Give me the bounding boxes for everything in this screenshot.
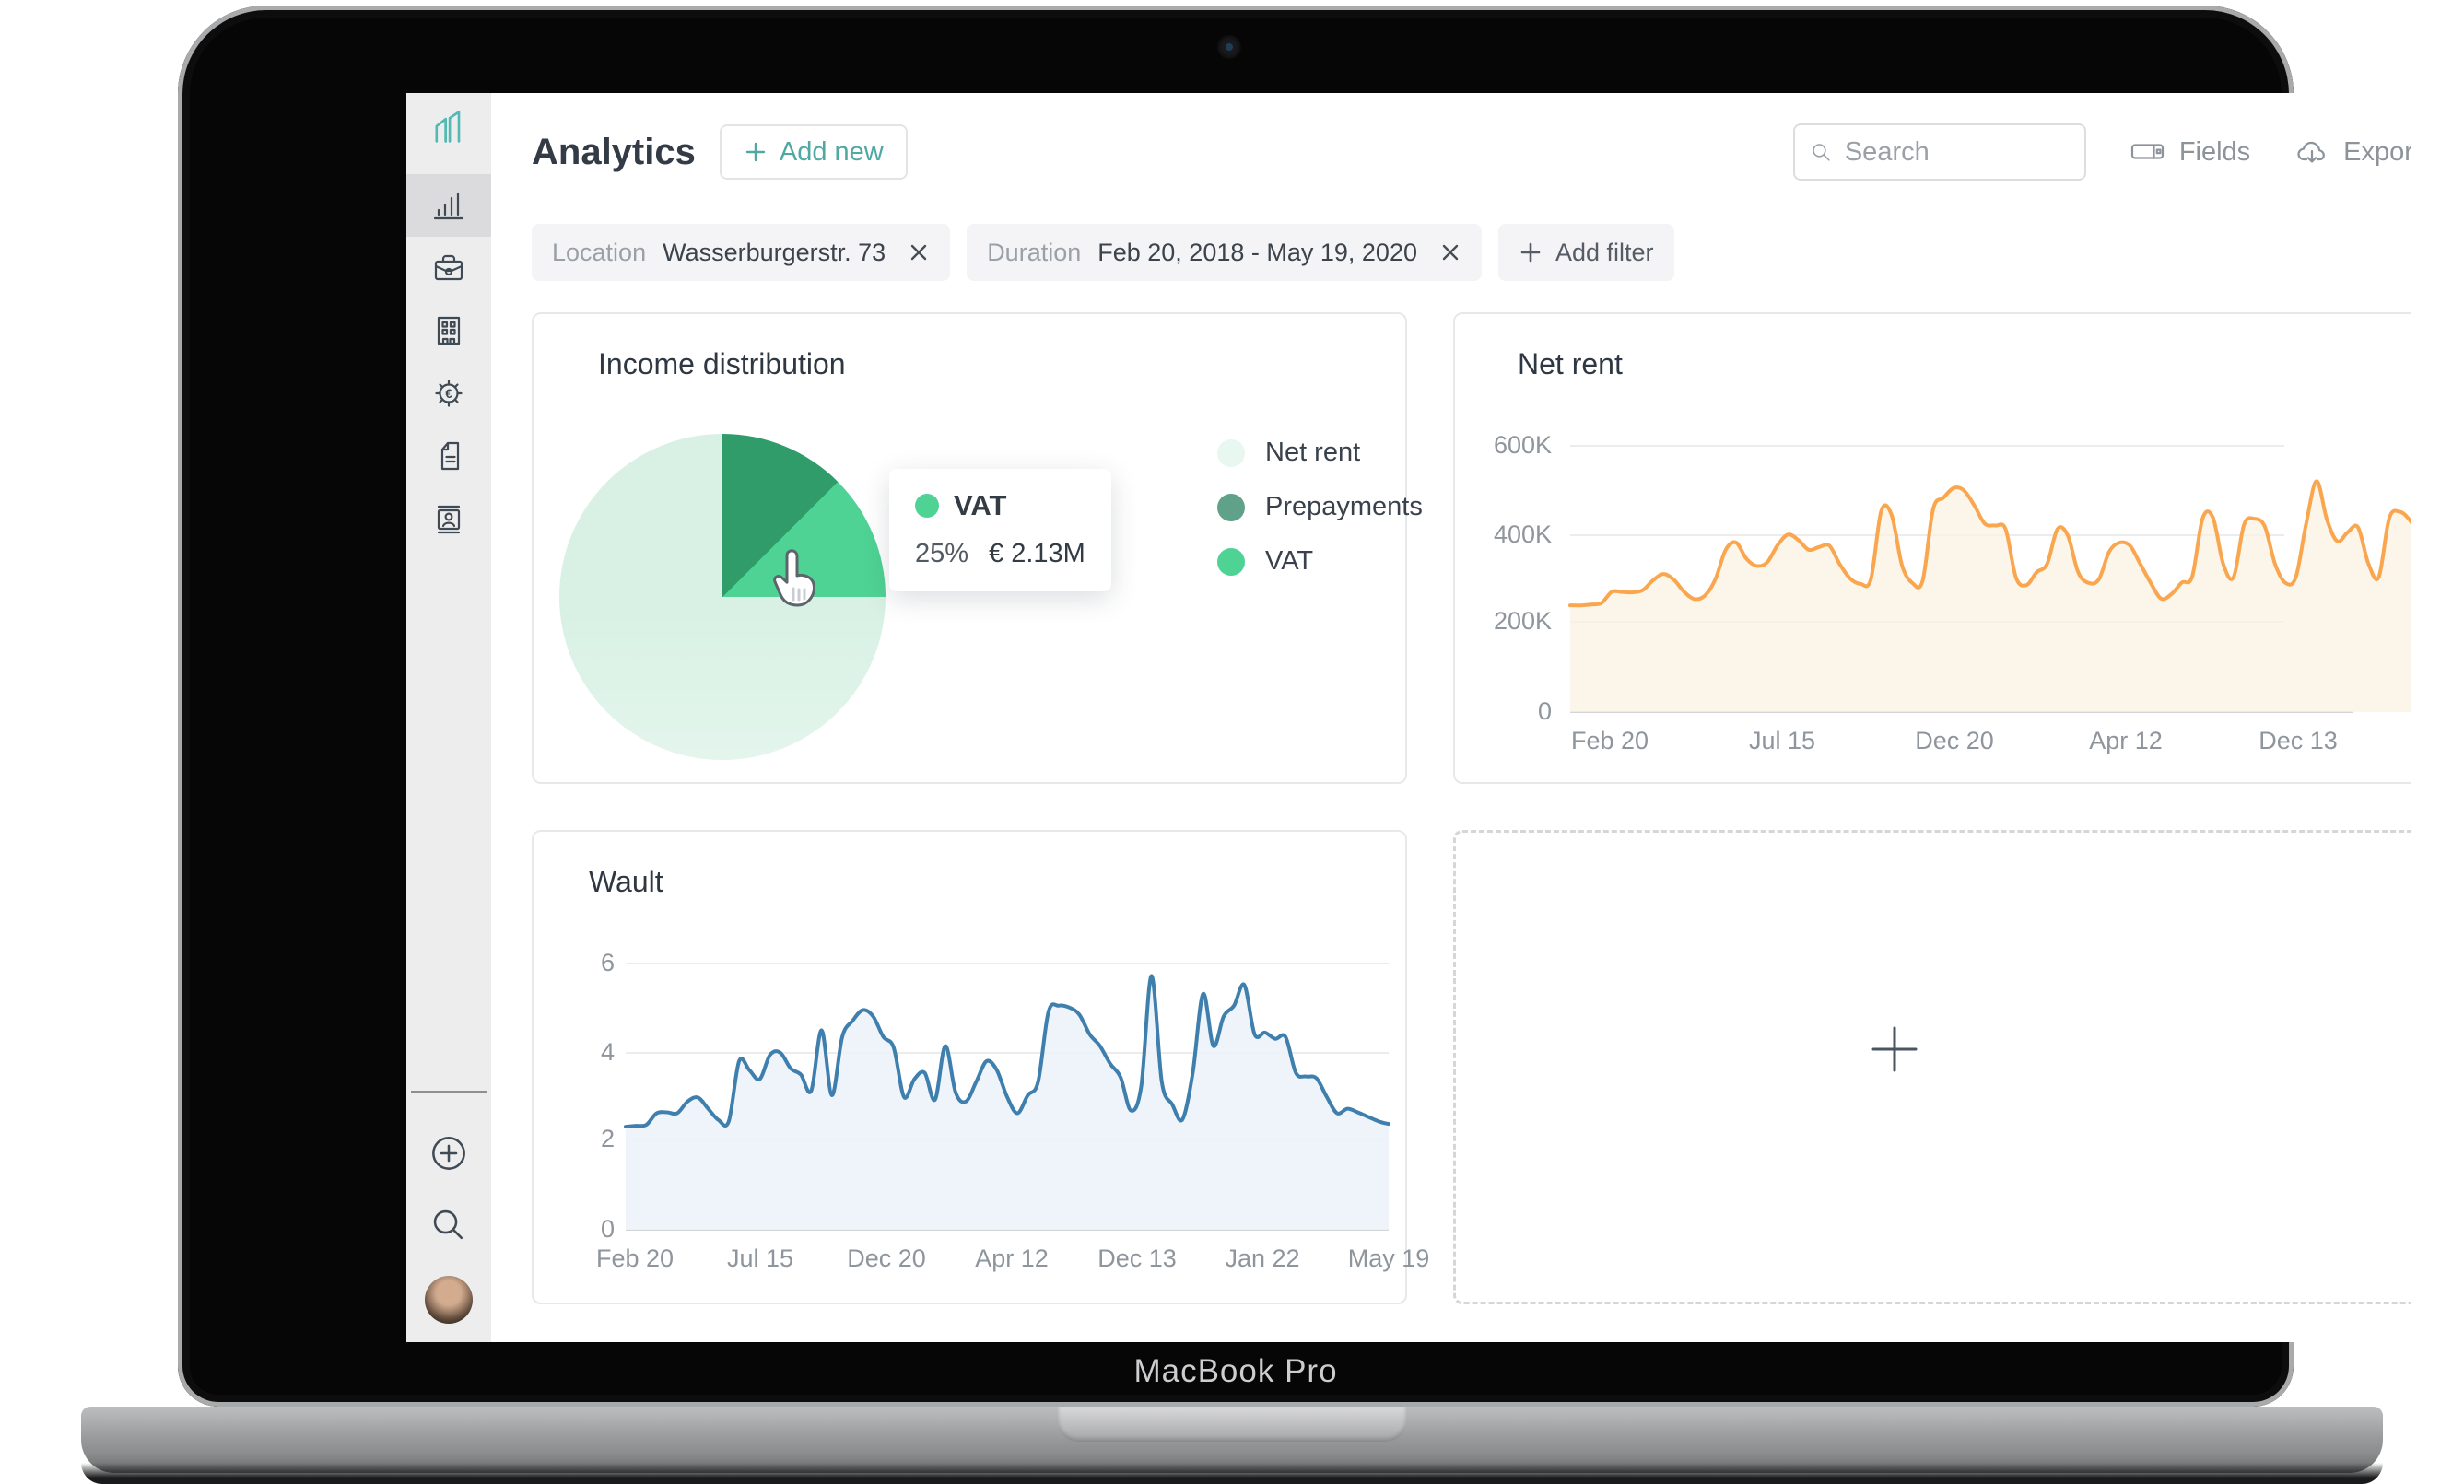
page-header: Analytics Add new Search Fields Expor xyxy=(532,93,2411,211)
export-button[interactable]: Export xyxy=(2294,136,2411,168)
x-tick-label: Dec 13 xyxy=(2259,727,2338,754)
main-content: Analytics Add new Search Fields Expor Lo… xyxy=(491,93,2411,1342)
macbook-label: MacBook Pro xyxy=(1133,1353,1338,1389)
gear-euro-icon: € xyxy=(435,380,463,407)
pie-tooltip: VAT 25% € 2.13M xyxy=(889,469,1111,591)
sidebar: € xyxy=(406,93,491,1342)
search-box[interactable] xyxy=(1792,123,2086,181)
y-tick-label: 600K xyxy=(1493,431,1552,459)
add-new-button[interactable]: Add new xyxy=(719,124,908,180)
legend-item-net-rent[interactable]: Net rent xyxy=(1217,438,1423,468)
bar-chart-icon xyxy=(433,192,464,220)
hand-cursor-icon xyxy=(762,546,821,619)
cloud-download-icon xyxy=(2297,141,2326,163)
pie-legend: Net rent Prepayments VAT xyxy=(1217,438,1423,601)
legend-item-vat[interactable]: VAT xyxy=(1217,546,1423,577)
wault-card: Wault 6 4 2 0 Feb 20 Jul 15 Dec 20 Apr 12 Dec 1… xyxy=(532,830,1429,1304)
header-toolbar: Fields Export xyxy=(1792,123,2411,181)
laptop-notch xyxy=(1058,1407,1406,1442)
card-title: Income distribution xyxy=(598,347,846,380)
x-tick-label: May 19 xyxy=(1347,1244,1430,1272)
x-tick-label: Apr 12 xyxy=(2089,727,2163,754)
desktop-mockup: € Analytics Add new Search Fields Expor … xyxy=(0,0,2464,1484)
x-tick-label: Dec 20 xyxy=(1915,727,1994,754)
y-tick-label: 400K xyxy=(1493,520,1552,548)
card-title: Net rent xyxy=(1518,347,1623,380)
app-window: € Analytics Add new Search Fields Expor … xyxy=(406,93,2411,1342)
vat-dot-icon xyxy=(1217,547,1245,576)
sidebar-item-properties[interactable] xyxy=(406,299,491,362)
document-icon xyxy=(440,441,460,471)
remove-location-filter-icon[interactable] xyxy=(908,241,930,263)
filter-chip-duration[interactable]: Duration Feb 20, 2018 - May 19, 2020 xyxy=(967,224,1482,281)
sidebar-search-button[interactable] xyxy=(406,1189,491,1261)
dashboard-grid: Income distribution VAT 25% € 2.13M Net … xyxy=(532,312,2411,1304)
search-icon xyxy=(433,1209,463,1240)
prepayments-dot-icon xyxy=(1217,493,1245,521)
income-pie-chart[interactable] xyxy=(559,434,886,760)
sidebar-item-documents[interactable] xyxy=(406,425,491,487)
x-tick-label: Jan 22 xyxy=(1225,1244,1300,1272)
filter-chip-location[interactable]: Location Wasserburgerstr. 73 xyxy=(532,224,951,281)
plus-icon xyxy=(745,142,766,162)
y-tick-label: 6 xyxy=(600,949,615,976)
area-fill xyxy=(626,976,1389,1230)
fields-icon xyxy=(2130,144,2164,159)
y-tick-label: 4 xyxy=(600,1038,615,1066)
y-tick-label: 0 xyxy=(1537,697,1552,725)
net-rent-dot-icon xyxy=(1217,438,1245,467)
search-icon xyxy=(1813,144,1830,161)
add-widget-card[interactable] xyxy=(1453,830,2411,1304)
add-filter-button[interactable]: Add filter xyxy=(1497,224,1674,281)
vat-dot-icon xyxy=(915,494,939,518)
x-axis-labels: Feb 20 Jul 15 Dec 20 Apr 12 Dec 13 xyxy=(1570,727,2411,760)
x-tick-label: Jul 15 xyxy=(726,1244,794,1272)
briefcase-icon xyxy=(434,254,463,281)
x-tick-label: Jul 15 xyxy=(1748,727,1816,754)
net-rent-line-chart[interactable] xyxy=(1568,443,2411,712)
net-rent-card: Net rent 600K 400K 200K 0 Feb 20 Jul 15 Dec 2… xyxy=(1453,312,2411,784)
company-logo-icon xyxy=(428,100,470,154)
card-title: Wault xyxy=(589,865,663,898)
laptop-lid: € Analytics Add new Search Fields Expor … xyxy=(178,6,2411,1407)
sidebar-item-contacts[interactable] xyxy=(406,487,491,550)
sidebar-item-finance[interactable]: € xyxy=(406,362,491,425)
search-input[interactable] xyxy=(1842,135,2070,169)
x-tick-label: Feb 20 xyxy=(1570,727,1649,754)
wault-line-chart[interactable] xyxy=(624,961,1390,1230)
x-axis-labels: Feb 20 Jul 15 Dec 20 Apr 12 Dec 13 Jan 22 May … xyxy=(596,1244,1429,1278)
sidebar-item-portfolio[interactable] xyxy=(406,237,491,299)
filter-bar: Location Wasserburgerstr. 73 Duration Fe… xyxy=(532,224,2411,281)
legend-item-prepayments[interactable]: Prepayments xyxy=(1217,492,1423,522)
area-fill xyxy=(1570,481,2411,712)
income-distribution-card: Income distribution VAT 25% € 2.13M Net … xyxy=(532,312,1423,784)
sidebar-add-button[interactable] xyxy=(406,1117,491,1189)
fields-button[interactable]: Fields xyxy=(2130,137,2250,168)
sidebar-divider xyxy=(411,1091,487,1093)
svg-text:€: € xyxy=(445,387,452,401)
y-tick-label: 0 xyxy=(600,1215,615,1243)
building-icon xyxy=(437,316,461,345)
user-avatar[interactable] xyxy=(425,1276,473,1324)
y-tick-label: 200K xyxy=(1493,607,1552,635)
webcam-icon xyxy=(1217,35,1241,59)
sidebar-item-analytics[interactable] xyxy=(406,174,491,237)
laptop-base-edge xyxy=(81,1463,2383,1484)
plus-icon xyxy=(1520,242,1541,263)
contact-card-icon xyxy=(437,505,461,534)
page-title: Analytics xyxy=(532,131,696,172)
y-tick-label: 2 xyxy=(600,1125,615,1152)
plus-circle-icon xyxy=(432,1137,465,1170)
remove-duration-filter-icon[interactable] xyxy=(1439,241,1461,263)
plus-icon[interactable] xyxy=(1868,1022,1921,1081)
